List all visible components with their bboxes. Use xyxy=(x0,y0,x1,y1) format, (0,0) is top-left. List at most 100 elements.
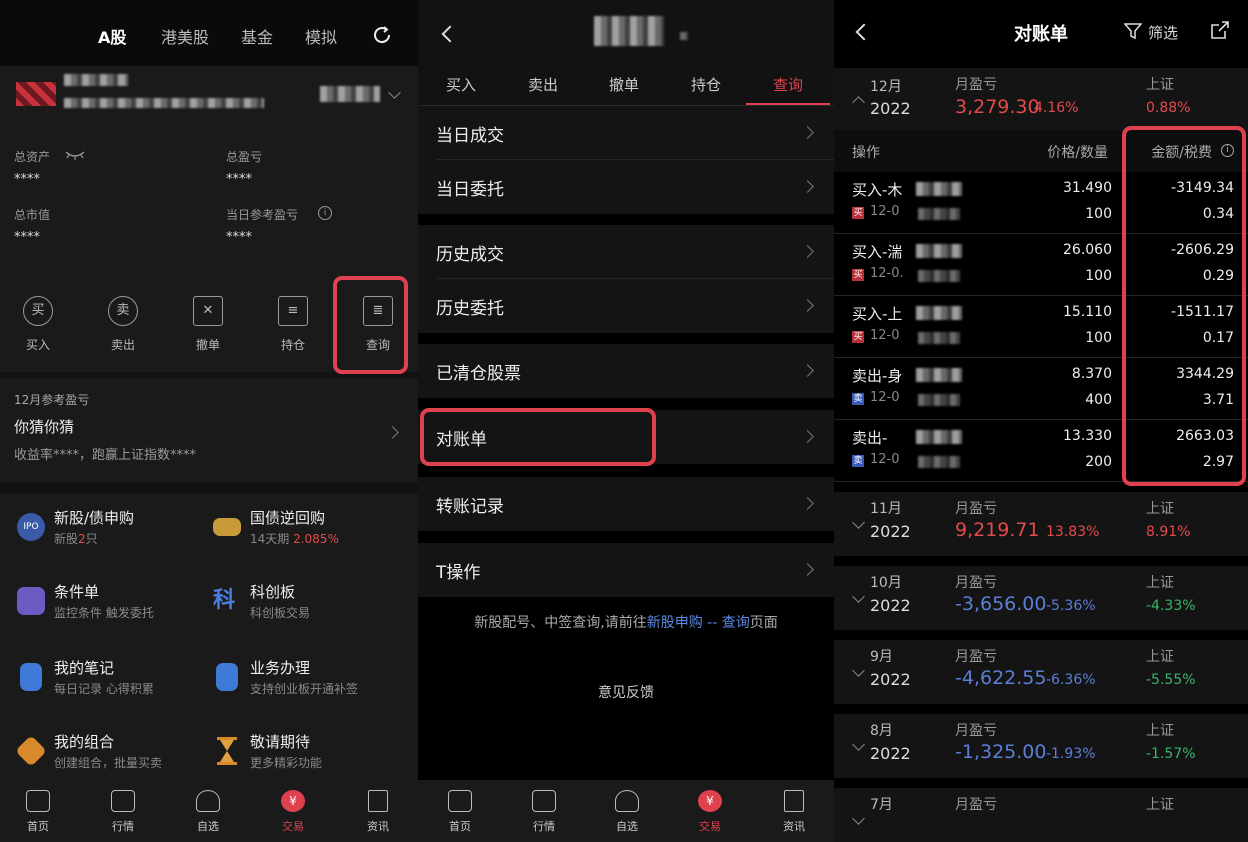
ipo-query-note: 新股配号、中签查询,请前往新股申购 -- 查询页面 xyxy=(474,615,778,631)
header-redacted-dot xyxy=(680,32,688,40)
star-market-service[interactable]: 科 科创板 科创板交易 xyxy=(196,581,386,631)
pl-pct: 4.16% xyxy=(1034,100,1079,116)
trade-qty: 100 xyxy=(1085,268,1112,284)
bulb-icon xyxy=(17,587,45,615)
pl-pct: -5.36% xyxy=(1046,598,1096,614)
row-cleared-stocks[interactable]: 已清仓股票 xyxy=(418,344,834,398)
tab-indicator xyxy=(746,103,830,105)
pl-label: 月盈亏 xyxy=(955,649,997,665)
database-icon: ≡ xyxy=(278,296,308,326)
ipo-link[interactable]: 新股申购 xyxy=(647,615,703,631)
info-icon[interactable]: i xyxy=(318,206,332,220)
month-row[interactable]: 10月 2022 月盈亏 -3,656.00 -5.36% 上证 -4.33% xyxy=(834,566,1248,630)
row-today-deals[interactable]: 当日成交 xyxy=(418,106,834,160)
row-t-operation[interactable]: T操作 xyxy=(418,543,834,597)
nav-market[interactable]: 行情 xyxy=(93,790,153,834)
cancel-order-label: 撤单 xyxy=(195,338,220,352)
refresh-icon[interactable] xyxy=(371,24,393,46)
month-label: 10月 xyxy=(870,575,902,591)
month-row[interactable]: 11月 2022 月盈亏 9,219.71 13.83% 上证 8.91% xyxy=(834,492,1248,556)
month-row[interactable]: 8月 2022 月盈亏 -1,325.00 -1.93% 上证 -1.57% xyxy=(834,714,1248,778)
date-redacted xyxy=(918,394,960,406)
positions-tool[interactable]: ≡ 持仓 xyxy=(263,296,323,353)
ipo-icon: IPO xyxy=(17,513,45,541)
trade-qty: 200 xyxy=(1085,454,1112,470)
chevron-down-icon xyxy=(852,664,865,677)
nav-home[interactable]: 首页 xyxy=(8,790,68,834)
back-icon[interactable] xyxy=(441,25,459,43)
pl-value: -4,622.55 xyxy=(955,667,1047,689)
cancel-order-tool[interactable]: ✕ 撤单 xyxy=(178,296,238,353)
chevron-right-icon xyxy=(801,563,814,576)
tab-cancel[interactable]: 撤单 xyxy=(609,74,639,95)
nav-watchlist[interactable]: 自选 xyxy=(597,790,657,834)
account-card: 总资产 **** 总盈亏 **** 总市值 **** 当日参考盈亏 i **** xyxy=(0,66,418,276)
nav-news-label: 资讯 xyxy=(367,820,389,833)
doc-icon xyxy=(368,790,388,812)
pl-label: 月盈亏 xyxy=(955,501,997,517)
tab-positions[interactable]: 持仓 xyxy=(691,74,721,95)
tab-query[interactable]: 查询 xyxy=(773,74,803,95)
tab-buy[interactable]: 买入 xyxy=(446,74,476,95)
tab-funds[interactable]: 基金 xyxy=(241,24,273,48)
bottom-nav: 首页 行情 自选 ¥ 交易 资讯 xyxy=(418,780,834,842)
nav-watchlist[interactable]: 自选 xyxy=(178,790,238,834)
buy-tool-label: 买入 xyxy=(25,338,50,352)
nav-trade[interactable]: ¥ 交易 xyxy=(263,790,323,834)
row-history-deals[interactable]: 历史成交 xyxy=(418,225,834,279)
nav-market[interactable]: 行情 xyxy=(514,790,574,834)
sell-tool[interactable]: 卖卖出 xyxy=(93,296,153,353)
feedback-link[interactable]: 意见反馈 xyxy=(418,682,834,702)
back-icon[interactable] xyxy=(855,23,873,41)
tab-a-shares[interactable]: A股 xyxy=(98,24,126,48)
ipo-service[interactable]: IPO 新股/债申购 新股2只 xyxy=(0,507,190,557)
month-label: 7月 xyxy=(870,797,893,813)
row-today-orders[interactable]: 当日委托 xyxy=(418,160,834,214)
conditional-order-service[interactable]: 条件单 监控条件 触发委托 xyxy=(0,581,190,631)
share-icon[interactable] xyxy=(1210,20,1230,40)
pl-label: 月盈亏 xyxy=(955,575,997,591)
tab-simulation[interactable]: 模拟 xyxy=(305,24,337,48)
reverse-repo-service[interactable]: 国债逆回购 14天期 2.085% xyxy=(196,507,386,557)
chevron-right-icon xyxy=(801,497,814,510)
eye-closed-icon[interactable] xyxy=(64,150,86,160)
row-transfer-records[interactable]: 转账记录 xyxy=(418,477,834,531)
row-history-orders[interactable]: 历史委托 xyxy=(418,279,834,333)
monthly-pl-card[interactable]: 12月参考盈亏 你猜你猜 收益率****，跑赢上证指数**** xyxy=(0,378,418,482)
month-row[interactable]: 9月 2022 月盈亏 -4,622.55 -6.36% 上证 -5.55% xyxy=(834,640,1248,704)
nav-news[interactable]: 资讯 xyxy=(764,790,824,834)
monthly-pl-title: 12月参考盈亏 xyxy=(14,393,90,407)
filter-button[interactable]: 筛选 xyxy=(1148,22,1178,43)
trade-price: 31.490 xyxy=(1063,180,1112,196)
row-label: 当日委托 xyxy=(436,180,504,200)
nav-news[interactable]: 资讯 xyxy=(348,790,408,834)
stock-name-redacted xyxy=(916,306,962,320)
nav-trade[interactable]: ¥ 交易 xyxy=(680,790,740,834)
doc-icon xyxy=(784,790,804,812)
month-row-dec[interactable]: 12月 2022 月盈亏 3,279.30 4.16% 上证 0.88% xyxy=(834,68,1248,130)
coming-soon-service[interactable]: 敬请期待 更多精彩功能 xyxy=(196,731,386,781)
notes-service[interactable]: 我的笔记 每日记录 心得积累 xyxy=(0,657,190,707)
month-row[interactable]: 7月 月盈亏 上证 xyxy=(834,788,1248,842)
query-menu-panel: 买入 卖出 撤单 持仓 查询 当日成交 当日委托 历史成交 历史委托 已清仓股票… xyxy=(418,0,834,842)
tab-hk-us[interactable]: 港美股 xyxy=(161,24,209,48)
stock-name-redacted xyxy=(916,368,962,382)
query-link[interactable]: 查询 xyxy=(722,615,750,631)
nav-home[interactable]: 首页 xyxy=(430,790,490,834)
portfolio-service[interactable]: 我的组合 创建组合，批量买卖 xyxy=(0,731,190,781)
trade-side-badge: 买 xyxy=(852,269,864,281)
nav-trade-label: 交易 xyxy=(282,820,304,833)
account-id-redacted xyxy=(64,98,264,108)
chevron-down-icon[interactable] xyxy=(388,86,401,99)
highlight-amount-fee xyxy=(1122,126,1246,486)
sh-value: -5.55% xyxy=(1146,672,1196,688)
date-redacted xyxy=(918,456,960,468)
tab-sell[interactable]: 卖出 xyxy=(528,74,558,95)
trade-qty: 400 xyxy=(1085,392,1112,408)
filter-icon[interactable] xyxy=(1124,22,1142,40)
sh-label: 上证 xyxy=(1146,77,1174,93)
box-icon xyxy=(15,735,47,767)
business-service[interactable]: 业务办理 支持创业板开通补签 xyxy=(196,657,386,707)
buy-tool[interactable]: 买买入 xyxy=(8,296,68,353)
account-switch-redacted[interactable] xyxy=(320,86,380,102)
